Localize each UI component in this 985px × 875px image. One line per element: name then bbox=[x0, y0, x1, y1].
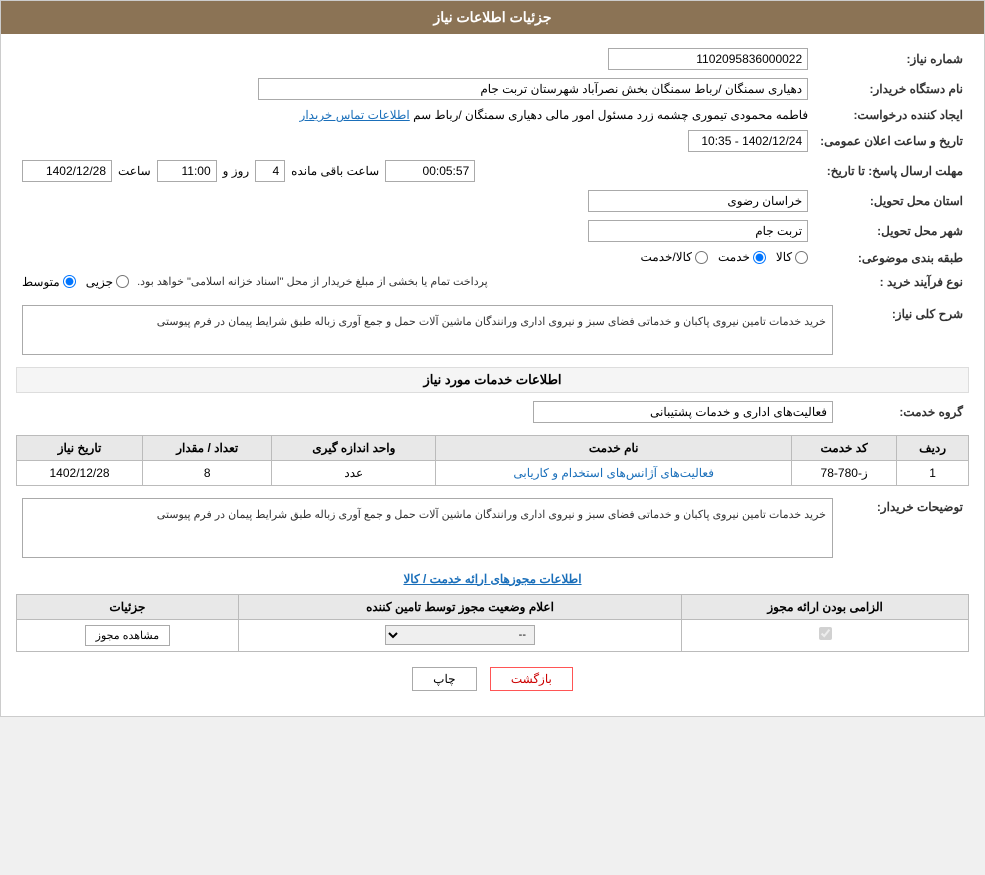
service-group-value: فعالیت‌های اداری و خدمات پشتیبانی bbox=[16, 397, 839, 427]
permit-title-text: اطلاعات مجوزهای ارائه خدمت / کالا bbox=[403, 572, 581, 586]
action-buttons: بازگشت چاپ bbox=[16, 667, 969, 691]
response-deadline-row: 00:05:57 ساعت باقی مانده 4 روز و 11:00 س… bbox=[16, 156, 814, 186]
announce-box: 1402/12/24 - 10:35 bbox=[688, 130, 808, 152]
city-value: تربت جام bbox=[16, 216, 814, 246]
announce-value: 1402/12/24 - 10:35 bbox=[16, 126, 814, 156]
time-label: ساعت bbox=[118, 164, 151, 178]
buyer-org-box: دهیاری سمنگان /رباط سمنگان بخش نصرآباد ش… bbox=[258, 78, 808, 100]
service-info-header: اطلاعات خدمات مورد نیاز bbox=[16, 367, 969, 393]
buyer-notes-box: خرید خدمات تامین نیروی پاکبان و خدماتی ف… bbox=[22, 498, 833, 558]
days-box: 4 bbox=[255, 160, 285, 182]
row-code: ز-780-78 bbox=[792, 460, 897, 485]
category-goods-service-radio[interactable] bbox=[695, 251, 708, 264]
announce-label: تاریخ و ساعت اعلان عمومی: bbox=[814, 126, 969, 156]
need-number-label: شماره نیاز: bbox=[814, 44, 969, 74]
creator-text: فاطمه محمودی تیموری چشمه زرد مسئول امور … bbox=[413, 108, 808, 122]
days-label: روز و bbox=[223, 164, 250, 178]
purchase-partial-option[interactable]: جزیی bbox=[86, 275, 129, 289]
buyer-org-label: نام دستگاه خریدار: bbox=[814, 74, 969, 104]
buyer-notes-label: توضیحات خریدار: bbox=[839, 494, 969, 562]
purchase-medium-radio[interactable] bbox=[63, 275, 76, 288]
permit-status-select[interactable]: -- bbox=[385, 625, 535, 645]
row-service-name: فعالیت‌های آژانس‌های استخدام و کاریابی bbox=[436, 460, 792, 485]
buyer-notes-text: خرید خدمات تامین نیروی پاکبان و خدماتی ف… bbox=[157, 509, 826, 521]
col-code: کد خدمت bbox=[792, 435, 897, 460]
need-desc-text: خرید خدمات تامین نیروی پاکبان و خدماتی ف… bbox=[157, 316, 826, 328]
main-content: شماره نیاز: 1102095836000022 نام دستگاه … bbox=[1, 34, 984, 716]
col-qty: تعداد / مقدار bbox=[143, 435, 272, 460]
purchase-note-text: پرداخت تمام یا بخشی از مبلغ خریدار از مح… bbox=[137, 275, 488, 288]
row-qty: 8 bbox=[143, 460, 272, 485]
city-label: شهر محل تحویل: bbox=[814, 216, 969, 246]
page-header: جزئیات اطلاعات نیاز bbox=[1, 1, 984, 34]
need-desc-label: شرح کلی نیاز: bbox=[839, 301, 969, 359]
purchase-medium-option[interactable]: متوسط bbox=[22, 275, 76, 289]
page-title: جزئیات اطلاعات نیاز bbox=[433, 9, 551, 25]
time-box: 11:00 bbox=[157, 160, 217, 182]
row-num: 1 bbox=[897, 460, 969, 485]
back-button[interactable]: بازگشت bbox=[490, 667, 573, 691]
need-desc-value: خرید خدمات تامین نیروی پاکبان و خدماتی ف… bbox=[16, 301, 839, 359]
view-permit-button[interactable]: مشاهده مجوز bbox=[85, 625, 170, 646]
permit-col-status: اعلام وضعیت مجوز توسط تامین کننده bbox=[238, 594, 681, 619]
category-label: طبقه بندی موضوعی: bbox=[814, 246, 969, 271]
remaining-time-box: 00:05:57 bbox=[385, 160, 475, 182]
need-number-value: 1102095836000022 bbox=[36, 44, 814, 74]
category-radios: کالا خدمت کالا/خدمت bbox=[16, 246, 814, 271]
service-group-label: گروه خدمت: bbox=[839, 397, 969, 427]
col-name: نام خدمت bbox=[436, 435, 792, 460]
service-group-table: گروه خدمت: فعالیت‌های اداری و خدمات پشتی… bbox=[16, 397, 969, 427]
permit-details-cell: مشاهده مجوز bbox=[17, 619, 239, 651]
buyer-notes-table: توضیحات خریدار: خرید خدمات تامین نیروی پ… bbox=[16, 494, 969, 562]
service-table: ردیف کد خدمت نام خدمت واحد اندازه گیری ت… bbox=[16, 435, 969, 486]
purchase-medium-label: متوسط bbox=[22, 275, 60, 289]
category-goods-service-option[interactable]: کالا/خدمت bbox=[641, 250, 708, 264]
row-unit: عدد bbox=[272, 460, 436, 485]
category-goods-label: کالا bbox=[776, 250, 792, 264]
purchase-type-label: نوع فرآیند خرید : bbox=[814, 271, 969, 293]
purchase-partial-label: جزیی bbox=[86, 275, 113, 289]
page-wrapper: جزئیات اطلاعات نیاز شماره نیاز: 11020958… bbox=[0, 0, 985, 717]
col-unit: واحد اندازه گیری bbox=[272, 435, 436, 460]
table-row: 1 ز-780-78 فعالیت‌های آژانس‌های استخدام … bbox=[17, 460, 969, 485]
col-row: ردیف bbox=[897, 435, 969, 460]
category-goods-service-label: کالا/خدمت bbox=[641, 250, 692, 264]
remaining-label: ساعت باقی مانده bbox=[291, 164, 379, 178]
permit-status-cell: -- bbox=[238, 619, 681, 651]
category-service-option[interactable]: خدمت bbox=[718, 250, 766, 264]
permit-table: الزامی بودن ارائه مجوز اعلام وضعیت مجوز … bbox=[16, 594, 969, 652]
info-table: شماره نیاز: 1102095836000022 نام دستگاه … bbox=[16, 44, 969, 293]
row-date: 1402/12/28 bbox=[17, 460, 143, 485]
province-label: استان محل تحویل: bbox=[814, 186, 969, 216]
creator-label: ایجاد کننده درخواست: bbox=[814, 104, 969, 126]
creator-link[interactable]: اطلاعات تماس خریدار bbox=[300, 108, 410, 122]
permit-required-checkbox bbox=[819, 627, 832, 640]
permit-required-cell bbox=[682, 619, 969, 651]
purchase-type-row: پرداخت تمام یا بخشی از مبلغ خریدار از مح… bbox=[16, 271, 814, 293]
need-number-box: 1102095836000022 bbox=[608, 48, 808, 70]
creator-value: فاطمه محمودی تیموری چشمه زرد مسئول امور … bbox=[16, 104, 814, 126]
province-box: خراسان رضوی bbox=[588, 190, 808, 212]
buyer-org-value: دهیاری سمنگان /رباط سمنگان بخش نصرآباد ش… bbox=[16, 74, 814, 104]
service-group-box: فعالیت‌های اداری و خدمات پشتیبانی bbox=[533, 401, 833, 423]
province-value: خراسان رضوی bbox=[16, 186, 814, 216]
need-desc-table: شرح کلی نیاز: خرید خدمات تامین نیروی پاک… bbox=[16, 301, 969, 359]
purchase-partial-radio[interactable] bbox=[116, 275, 129, 288]
category-service-radio[interactable] bbox=[753, 251, 766, 264]
category-service-label: خدمت bbox=[718, 250, 750, 264]
permit-row: -- مشاهده مجوز bbox=[17, 619, 969, 651]
response-deadline-label: مهلت ارسال پاسخ: تا تاریخ: bbox=[814, 156, 969, 186]
category-goods-radio[interactable] bbox=[795, 251, 808, 264]
city-box: تربت جام bbox=[588, 220, 808, 242]
category-goods-option[interactable]: کالا bbox=[776, 250, 808, 264]
print-button[interactable]: چاپ bbox=[412, 667, 476, 691]
service-info-title: اطلاعات خدمات مورد نیاز bbox=[423, 372, 561, 387]
response-date-box: 1402/12/28 bbox=[22, 160, 112, 182]
permit-section-title[interactable]: اطلاعات مجوزهای ارائه خدمت / کالا bbox=[16, 572, 969, 586]
buyer-notes-value: خرید خدمات تامین نیروی پاکبان و خدماتی ف… bbox=[16, 494, 839, 562]
permit-col-details: جزئیات bbox=[17, 594, 239, 619]
need-desc-box: خرید خدمات تامین نیروی پاکبان و خدماتی ف… bbox=[22, 305, 833, 355]
permit-col-required: الزامی بودن ارائه مجوز bbox=[682, 594, 969, 619]
col-date: تاریخ نیاز bbox=[17, 435, 143, 460]
